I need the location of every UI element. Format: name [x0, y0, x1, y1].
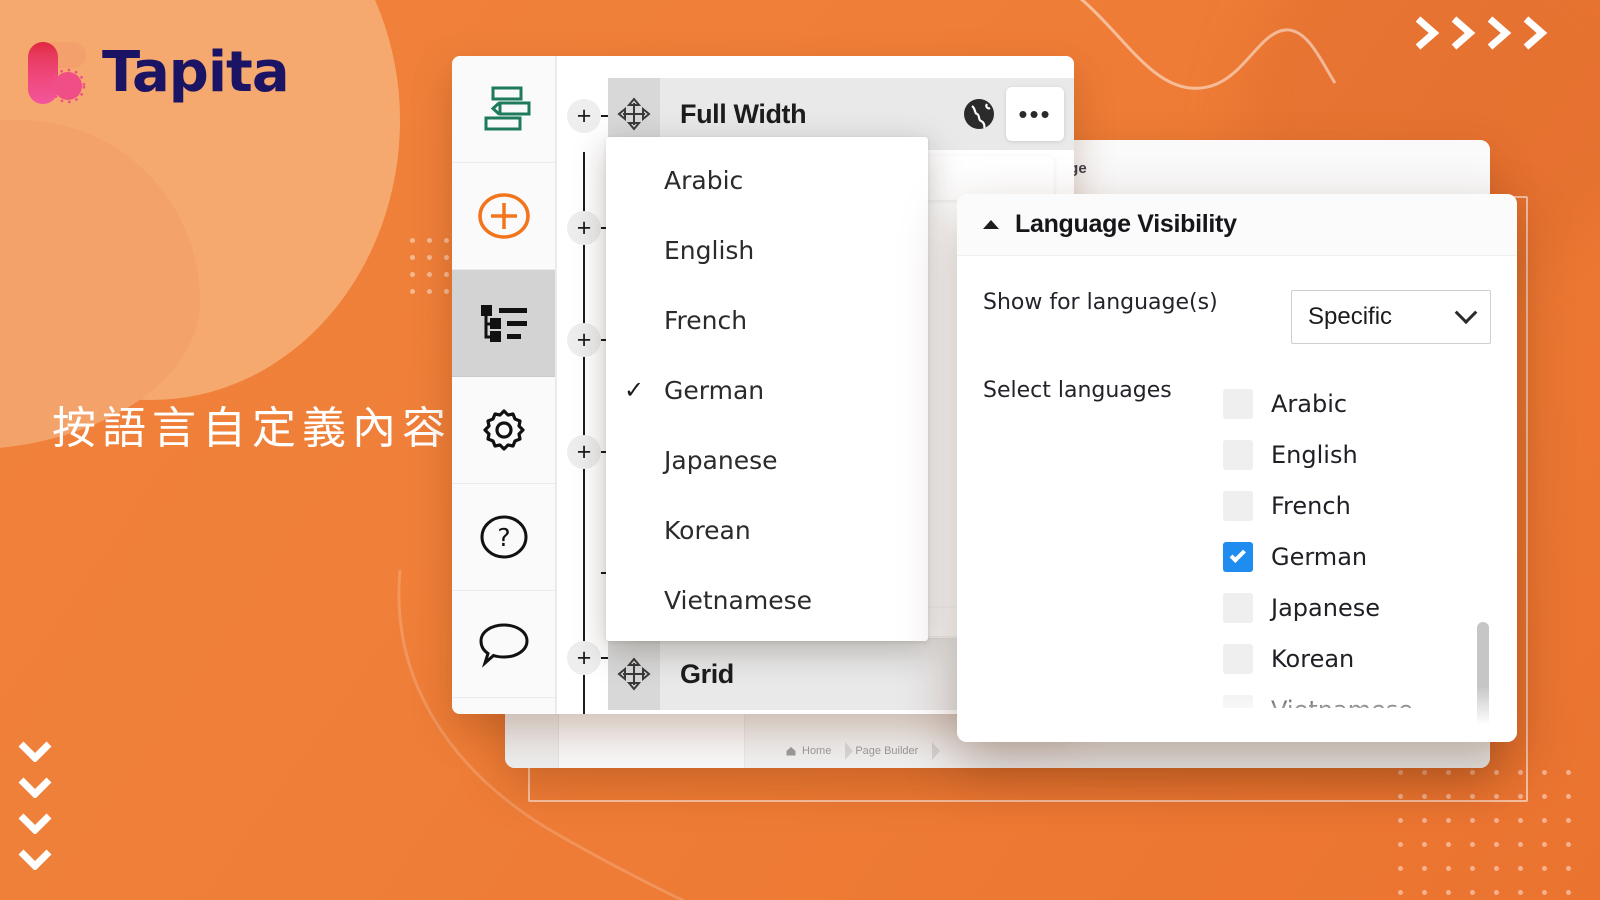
section-title: Full Width	[680, 98, 807, 129]
checkbox-label: Korean	[1271, 644, 1355, 673]
language-list-scrollbar-thumb[interactable]	[1477, 622, 1489, 742]
checkbox-unchecked-icon[interactable]	[1223, 592, 1253, 623]
checkbox-unchecked-icon[interactable]	[1223, 694, 1253, 708]
chevron-right-icon	[1451, 16, 1476, 50]
language-checkbox-item[interactable]: Korean	[1223, 633, 1473, 684]
decor-wave-line	[1079, 0, 1337, 90]
show-for-language-select[interactable]: Specific	[1291, 290, 1491, 344]
chat-bubble-icon	[478, 623, 529, 668]
language-menu-label: Japanese	[664, 445, 778, 475]
gear-icon	[482, 409, 525, 451]
language-checkbox-item[interactable]: Arabic	[1223, 378, 1473, 429]
editor-sidebar: ?	[452, 56, 556, 714]
brand-lockup: Tapita	[24, 38, 290, 106]
language-checkbox-item[interactable]: Japanese	[1223, 582, 1473, 633]
layout-structure-icon	[484, 86, 530, 131]
svg-text:?: ?	[497, 523, 510, 552]
language-menu-label: Arabic	[664, 165, 744, 195]
language-checkbox-item-checked[interactable]: German	[1223, 531, 1473, 582]
chevron-right-icon	[1523, 16, 1548, 50]
add-section-button[interactable]: +	[567, 323, 601, 357]
checkbox-unchecked-icon[interactable]	[1223, 388, 1253, 419]
checkbox-unchecked-icon[interactable]	[1223, 439, 1253, 470]
breadcrumb-item-home[interactable]: Home	[785, 745, 843, 757]
chevron-down-icon	[1454, 301, 1478, 325]
select-languages-label: Select languages	[983, 378, 1172, 403]
checkbox-checked-icon[interactable]	[1223, 541, 1253, 572]
breadcrumb-label: Home	[802, 745, 832, 757]
language-checkbox-item[interactable]: English	[1223, 429, 1473, 480]
show-for-language-label: Show for language(s)	[983, 290, 1218, 315]
decor-chevrons-right	[1414, 16, 1548, 50]
language-menu-item[interactable]: Arabic	[606, 145, 928, 215]
language-checkbox-list[interactable]: Arabic English French German Japanese Ko…	[1223, 378, 1491, 708]
language-menu-label: Vietnamese	[664, 585, 812, 615]
language-checkbox-item[interactable]: French	[1223, 480, 1473, 531]
sidebar-item-layout[interactable]	[452, 56, 555, 163]
checkbox-unchecked-icon[interactable]	[1223, 643, 1253, 674]
language-menu-item[interactable]: Korean	[606, 495, 928, 565]
plus-circle-icon	[477, 193, 530, 239]
language-menu-item[interactable]: English	[606, 215, 928, 285]
checkbox-label: English	[1271, 440, 1358, 469]
language-menu-label: Korean	[664, 515, 751, 545]
sidebar-item-settings[interactable]	[452, 377, 555, 484]
language-checkbox-item[interactable]: Vietnamese	[1223, 684, 1473, 708]
chevron-down-icon	[18, 741, 52, 762]
brand-name: Tapita	[102, 39, 290, 105]
chevron-down-icon	[18, 849, 52, 870]
chevron-down-icon	[18, 813, 52, 834]
language-menu-label: English	[664, 235, 755, 265]
language-menu-item[interactable]: Vietnamese	[606, 565, 928, 635]
editor-tree-rail: + + + + +	[556, 56, 617, 714]
checkbox-unchecked-icon[interactable]	[1223, 490, 1253, 521]
language-visibility-header[interactable]: Language Visibility	[957, 194, 1517, 256]
move-arrows-icon[interactable]	[608, 638, 660, 710]
poster-canvas: Tapita 按語言自定義內容 Landing Page: New Page I…	[0, 0, 1600, 900]
caret-up-icon[interactable]	[983, 220, 999, 229]
language-menu-label: French	[664, 305, 748, 335]
checkbox-label: French	[1271, 491, 1351, 520]
chevron-right-icon	[1487, 16, 1512, 50]
panel-title: Language Visibility	[1015, 210, 1237, 238]
checkbox-label: German	[1271, 542, 1368, 571]
checkbox-label: Japanese	[1271, 593, 1380, 622]
show-for-language-row: Show for language(s) Specific	[957, 290, 1517, 344]
language-menu-item[interactable]: Japanese	[606, 425, 928, 495]
check-icon: ✓	[624, 376, 645, 404]
section-title: Grid	[680, 658, 734, 689]
decor-chevrons-bottom	[18, 740, 52, 870]
language-dropdown-menu[interactable]: Arabic English French ✓ German Japanese …	[606, 137, 928, 641]
question-circle-icon: ?	[480, 515, 527, 559]
globe-icon[interactable]	[962, 97, 996, 131]
language-menu-item-selected[interactable]: ✓ German	[606, 355, 928, 425]
breadcrumb-label: Page Builder	[855, 745, 919, 757]
language-menu-item[interactable]: French	[606, 285, 928, 355]
add-section-button[interactable]: +	[567, 99, 601, 133]
tapita-logo-mark-icon	[24, 38, 86, 106]
add-section-button[interactable]: +	[567, 211, 601, 245]
sidebar-item-help[interactable]: ?	[452, 484, 555, 591]
section-more-button[interactable]: •••	[1006, 87, 1064, 141]
breadcrumb: Home Page Builder	[785, 742, 941, 760]
home-icon	[786, 747, 796, 756]
tree-list-icon	[480, 305, 527, 342]
chevron-down-icon	[18, 777, 52, 798]
checkbox-label: Arabic	[1271, 389, 1348, 418]
select-languages-row: Select languages Arabic English French G…	[957, 344, 1517, 708]
chevron-right-icon	[1415, 16, 1440, 50]
headline: 按語言自定義內容	[52, 403, 452, 454]
sidebar-item-navigator[interactable]	[452, 270, 555, 377]
language-visibility-panel: Language Visibility Show for language(s)…	[957, 194, 1517, 742]
checkbox-label: Vietnamese	[1271, 696, 1413, 709]
sidebar-item-chat[interactable]	[452, 591, 555, 698]
add-section-button[interactable]: +	[567, 435, 601, 469]
add-section-button[interactable]: +	[567, 641, 601, 675]
select-value: Specific	[1308, 303, 1393, 330]
breadcrumb-separator	[845, 742, 854, 760]
language-menu-label: German	[664, 375, 765, 405]
sidebar-item-add[interactable]	[452, 163, 555, 270]
breadcrumb-item-page-builder[interactable]: Page Builder	[855, 745, 930, 757]
breadcrumb-separator	[932, 742, 941, 760]
